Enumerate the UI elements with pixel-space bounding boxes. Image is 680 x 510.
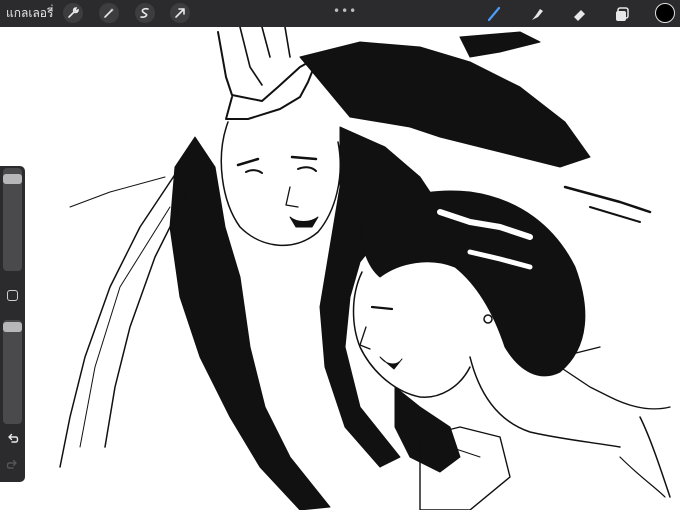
modify-button[interactable] xyxy=(7,290,18,301)
magic-wand-icon[interactable] xyxy=(99,3,119,23)
wrench-icon[interactable] xyxy=(63,3,83,23)
layers-icon[interactable] xyxy=(612,4,632,24)
top-toolbar: แกลเลอรี่ ••• xyxy=(0,0,680,27)
smudge-icon[interactable] xyxy=(527,4,547,24)
left-sidebar xyxy=(0,166,25,482)
undo-arrow-icon[interactable] xyxy=(5,431,20,446)
redo-arrow-icon[interactable] xyxy=(5,457,20,472)
brush-icon[interactable] xyxy=(484,4,504,24)
eraser-icon[interactable] xyxy=(570,4,590,24)
gallery-button[interactable]: แกลเลอรี่ xyxy=(6,5,53,21)
transform-arrow-icon[interactable] xyxy=(170,3,190,23)
selection-icon[interactable] xyxy=(135,3,155,23)
opacity-slider[interactable] xyxy=(3,320,22,424)
drawing-canvas[interactable] xyxy=(0,27,680,510)
color-picker-swatch[interactable] xyxy=(655,3,675,23)
brush-size-slider-thumb[interactable] xyxy=(3,174,22,185)
more-options-icon[interactable]: ••• xyxy=(333,4,357,18)
brush-size-slider[interactable] xyxy=(3,168,22,271)
opacity-slider-thumb[interactable] xyxy=(3,322,22,332)
